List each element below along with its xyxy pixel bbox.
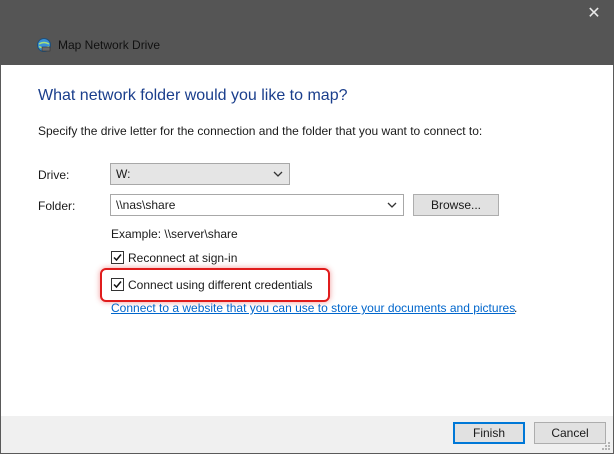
page-heading: What network folder would you like to ma… bbox=[38, 87, 348, 104]
check-icon bbox=[113, 254, 122, 262]
folder-value: \\nas\share bbox=[116, 198, 176, 212]
network-drive-icon bbox=[37, 38, 51, 52]
folder-label: Folder: bbox=[38, 199, 76, 213]
folder-combobox[interactable]: \\nas\share bbox=[110, 194, 404, 216]
chevron-down-icon bbox=[387, 202, 397, 208]
reconnect-checkbox[interactable] bbox=[111, 251, 124, 264]
resize-grip-icon[interactable] bbox=[601, 441, 611, 451]
drive-select[interactable]: W: bbox=[110, 163, 290, 185]
website-storage-link[interactable]: Connect to a website that you can use to… bbox=[111, 301, 515, 315]
link-period: . bbox=[514, 301, 518, 315]
check-icon bbox=[113, 281, 122, 289]
cancel-button[interactable]: Cancel bbox=[534, 422, 606, 444]
chevron-down-icon bbox=[273, 171, 283, 177]
browse-button[interactable]: Browse... bbox=[413, 194, 499, 216]
instructions-text: Specify the drive letter for the connect… bbox=[38, 124, 483, 138]
credentials-checkbox[interactable] bbox=[111, 278, 124, 291]
dialog-title: Map Network Drive bbox=[58, 38, 161, 52]
credentials-label: Connect using different credentials bbox=[128, 278, 313, 292]
close-button[interactable]: ✕ bbox=[582, 4, 606, 24]
finish-button[interactable]: Finish bbox=[453, 422, 525, 444]
window-titlebar: ✕ Map Network Drive bbox=[0, 0, 614, 65]
drive-value: W: bbox=[116, 167, 131, 181]
dialog-content bbox=[1, 65, 613, 416]
reconnect-label: Reconnect at sign-in bbox=[128, 251, 238, 265]
example-text: Example: \\server\share bbox=[111, 227, 238, 241]
drive-label: Drive: bbox=[38, 168, 70, 182]
